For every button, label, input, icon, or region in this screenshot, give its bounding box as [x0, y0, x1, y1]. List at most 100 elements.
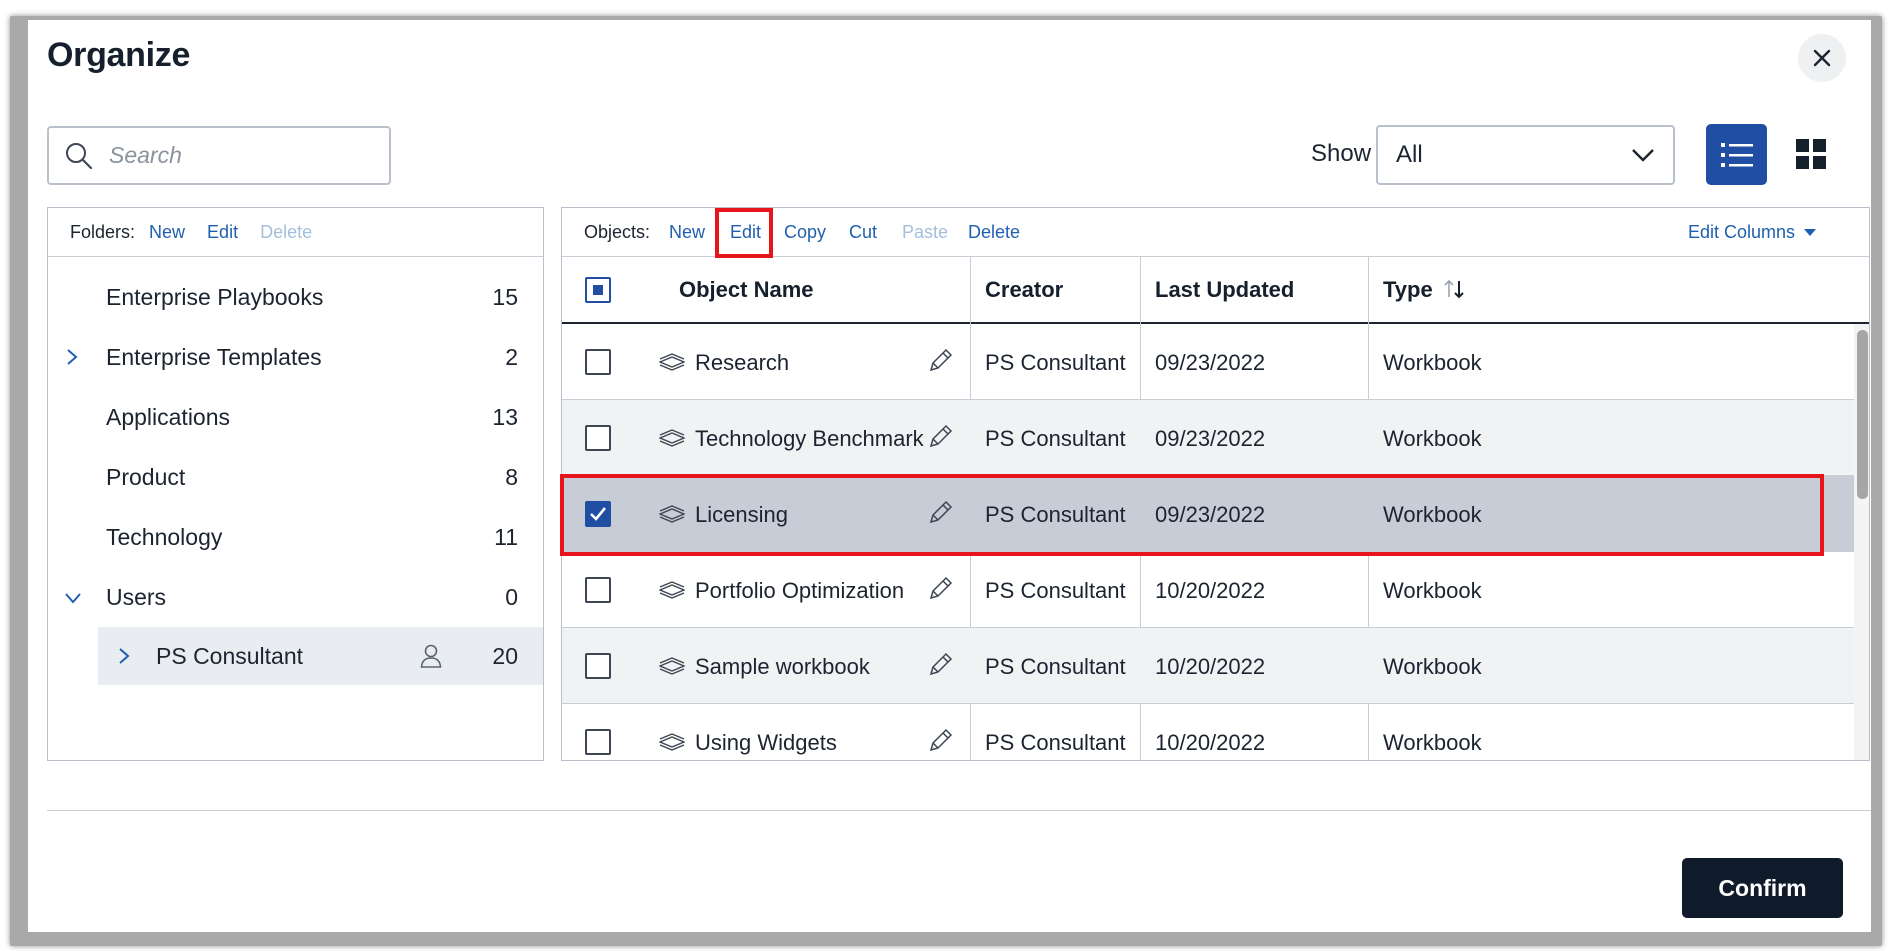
edit-columns-label: Edit Columns: [1688, 222, 1796, 242]
scrollbar-thumb[interactable]: [1857, 330, 1868, 499]
row-checkbox[interactable]: [585, 729, 611, 755]
folder-name: Technology: [106, 523, 223, 550]
column-type[interactable]: Type: [1383, 277, 1465, 303]
table-row[interactable]: Using Widgets PS Consultant 10/20/2022 W…: [562, 704, 1854, 760]
table-row[interactable]: Portfolio Optimization PS Consultant 10/…: [562, 552, 1854, 628]
folder-name: Users: [106, 583, 167, 610]
search-icon: [66, 142, 93, 169]
sort-icon[interactable]: [1443, 279, 1465, 299]
object-new-link[interactable]: New: [669, 222, 705, 243]
updated-cell: 09/23/2022: [1155, 350, 1266, 375]
column-creator[interactable]: Creator: [985, 277, 1063, 303]
folder-name: Applications: [106, 403, 231, 430]
grid-cell: [1796, 156, 1809, 169]
updated-cell: 09/23/2022: [1155, 426, 1266, 451]
chevron-right-icon[interactable]: [118, 647, 130, 665]
folder-item-technology[interactable]: Technology 11: [48, 508, 518, 566]
grid-cell: [1813, 139, 1826, 152]
folder-item-product[interactable]: Product 8: [48, 448, 518, 506]
folder-count: 13: [492, 403, 518, 430]
close-button[interactable]: [1798, 34, 1846, 82]
chevron-right-icon[interactable]: [66, 348, 78, 366]
object-name[interactable]: Using Widgets: [695, 730, 837, 756]
folder-count: 8: [505, 463, 518, 490]
folder-item-users[interactable]: Users 0: [48, 568, 518, 626]
folder-toolbar: Folders: New Edit Delete: [48, 208, 543, 257]
folder-name: Enterprise Playbooks: [106, 283, 324, 310]
creator-cell: PS Consultant: [985, 730, 1126, 755]
creator-cell: PS Consultant: [985, 426, 1126, 451]
pencil-icon[interactable]: [927, 424, 953, 450]
workbook-icon: [659, 733, 685, 751]
column-object-name[interactable]: Object Name: [679, 277, 814, 303]
folder-name: Enterprise Templates: [106, 343, 322, 370]
row-checkbox[interactable]: [585, 577, 611, 603]
folder-item-enterprise-playbooks[interactable]: Enterprise Playbooks 15: [48, 268, 518, 326]
close-icon: [1813, 49, 1831, 67]
folder-new-link[interactable]: New: [149, 222, 185, 243]
folder-item-ps-consultant[interactable]: PS Consultant 20: [98, 627, 543, 685]
table-row[interactable]: Sample workbook PS Consultant 10/20/2022…: [562, 628, 1854, 704]
object-cut-link[interactable]: Cut: [849, 222, 877, 243]
list-view-button[interactable]: [1706, 124, 1767, 185]
search-box[interactable]: [47, 126, 391, 185]
highlight-edit-annotation: [715, 208, 773, 258]
table-header: Object Name Creator Last Updated Type: [562, 257, 1869, 324]
type-cell: Workbook: [1383, 578, 1482, 603]
confirm-button[interactable]: Confirm: [1682, 858, 1843, 918]
workbook-icon: [659, 657, 685, 675]
object-copy-link[interactable]: Copy: [784, 222, 826, 243]
column-type-label: Type: [1383, 277, 1433, 302]
dialog-title: Organize: [47, 36, 191, 74]
workbook-icon: [659, 353, 685, 371]
folder-count: 2: [505, 343, 518, 370]
table-row[interactable]: Research PS Consultant 09/23/2022 Workbo…: [562, 324, 1854, 400]
folder-item-enterprise-templates[interactable]: Enterprise Templates 2: [48, 328, 518, 386]
list-view-icon: [1720, 142, 1753, 167]
pencil-icon[interactable]: [927, 728, 953, 754]
pencil-icon[interactable]: [927, 576, 953, 602]
pencil-icon[interactable]: [927, 652, 953, 678]
search-input[interactable]: [107, 141, 371, 170]
row-checkbox[interactable]: [585, 653, 611, 679]
folder-edit-link[interactable]: Edit: [207, 222, 238, 243]
edit-columns-link[interactable]: Edit Columns: [1688, 222, 1817, 243]
row-checkbox[interactable]: [585, 349, 611, 375]
folder-delete-link[interactable]: Delete: [260, 222, 312, 243]
type-cell: Workbook: [1383, 730, 1482, 755]
object-name[interactable]: Portfolio Optimization: [695, 578, 904, 604]
object-name[interactable]: Technology Benchmark: [695, 426, 924, 452]
row-checkbox[interactable]: [585, 425, 611, 451]
footer-divider: [47, 810, 1871, 811]
grid-view-button[interactable]: [1796, 139, 1826, 169]
pencil-icon[interactable]: [927, 348, 953, 374]
indeterminate-mark: [593, 285, 603, 295]
show-selected-value: All: [1396, 141, 1423, 168]
object-paste-link[interactable]: Paste: [902, 222, 948, 243]
user-icon: [420, 644, 442, 668]
creator-cell: PS Consultant: [985, 654, 1126, 679]
table-row[interactable]: Technology Benchmark PS Consultant 09/23…: [562, 400, 1854, 476]
select-all-checkbox[interactable]: [585, 277, 611, 303]
type-cell: Workbook: [1383, 350, 1482, 375]
creator-cell: PS Consultant: [985, 350, 1126, 375]
object-name[interactable]: Sample workbook: [695, 654, 870, 680]
column-last-updated[interactable]: Last Updated: [1155, 277, 1294, 303]
chevron-down-icon: [1632, 149, 1654, 162]
grid-cell: [1813, 156, 1826, 169]
folder-count: 0: [505, 583, 518, 610]
workbook-icon: [659, 429, 685, 447]
type-cell: Workbook: [1383, 654, 1482, 679]
folder-count: 15: [492, 283, 518, 310]
grid-cell: [1796, 139, 1809, 152]
chevron-down-icon[interactable]: [64, 592, 82, 604]
object-delete-link[interactable]: Delete: [968, 222, 1020, 243]
object-name[interactable]: Research: [695, 350, 789, 376]
workbook-icon: [659, 581, 685, 599]
highlight-row-annotation: [560, 474, 1824, 556]
show-select[interactable]: All: [1376, 125, 1675, 185]
folder-item-applications[interactable]: Applications 13: [48, 388, 518, 446]
type-cell: Workbook: [1383, 426, 1482, 451]
updated-cell: 10/20/2022: [1155, 730, 1266, 755]
updated-cell: 10/20/2022: [1155, 654, 1266, 679]
